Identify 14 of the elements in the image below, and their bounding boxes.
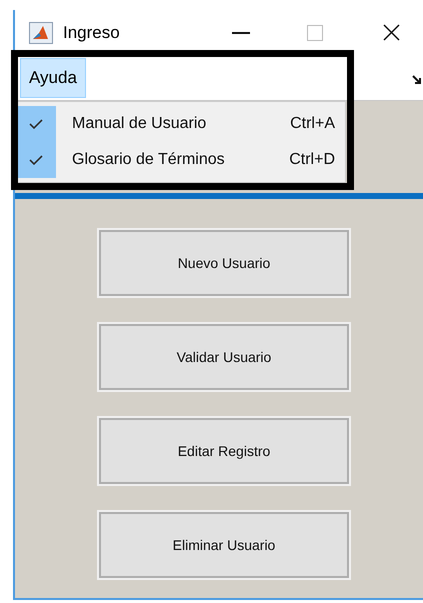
dropdown-item[interactable]: Manual de Usuario Ctrl+A — [72, 112, 345, 136]
checkmark-icon — [29, 119, 43, 129]
arrow-icon[interactable] — [412, 75, 422, 85]
menu-item[interactable]: Ayuda — [20, 58, 86, 98]
minimize-icon[interactable] — [232, 32, 250, 34]
close-icon[interactable] — [382, 24, 400, 41]
app-logo-icon — [29, 22, 53, 44]
action-button[interactable]: Nuevo Usuario — [99, 230, 349, 296]
checkmark-icon — [29, 155, 43, 165]
window-title: Ingreso — [63, 22, 120, 44]
action-button[interactable]: Eliminar Usuario — [99, 512, 349, 578]
dropdown-item[interactable]: Glosario de Términos Ctrl+D — [72, 148, 345, 172]
action-button[interactable]: Editar Registro — [99, 418, 349, 484]
action-button[interactable]: Validar Usuario — [99, 324, 349, 390]
